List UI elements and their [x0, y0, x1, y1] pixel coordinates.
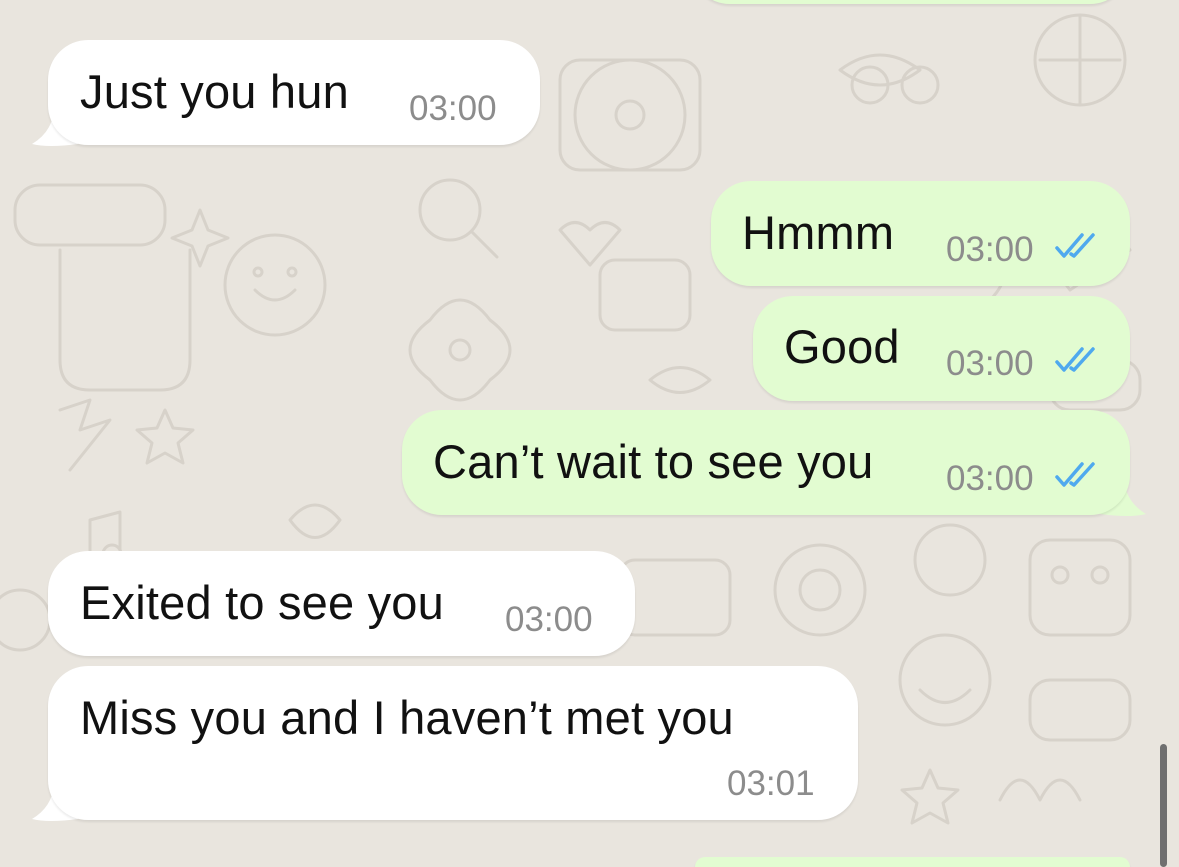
message-bubble-incoming[interactable]: Exited to see you 03:00: [48, 551, 635, 656]
double-check-icon: [1055, 233, 1095, 258]
message-bubble-outgoing-partial[interactable]: [690, 0, 1130, 4]
double-check-icon: [1055, 462, 1095, 487]
message-timestamp: 03:01: [727, 764, 815, 803]
message-timestamp: 03:00: [409, 89, 497, 128]
message-timestamp: 03:00: [946, 344, 1034, 383]
message-bubble-outgoing[interactable]: Can’t wait to see you 03:00: [402, 410, 1130, 515]
message-text: Good: [784, 320, 900, 373]
message-timestamp: 03:00: [946, 459, 1034, 498]
message-timestamp: 03:00: [946, 230, 1034, 269]
message-bubble-outgoing-partial[interactable]: [695, 857, 1130, 867]
message-text: Hmmm: [742, 206, 895, 259]
message-bubble-incoming[interactable]: Just you hun 03:00: [48, 40, 540, 145]
scrollbar-thumb[interactable]: [1160, 744, 1167, 867]
double-check-icon: [1055, 347, 1095, 372]
message-text: Can’t wait to see you: [433, 435, 874, 488]
message-text: Miss you and I haven’t met you: [80, 691, 734, 744]
message-bubble-outgoing[interactable]: Good 03:00: [753, 296, 1130, 401]
message-text: Just you hun: [80, 65, 349, 118]
message-text: Exited to see you: [80, 576, 444, 629]
message-bubble-incoming[interactable]: Miss you and I haven’t met you 03:01: [48, 666, 858, 820]
message-timestamp: 03:00: [505, 600, 593, 639]
message-bubble-outgoing[interactable]: Hmmm 03:00: [711, 181, 1130, 286]
